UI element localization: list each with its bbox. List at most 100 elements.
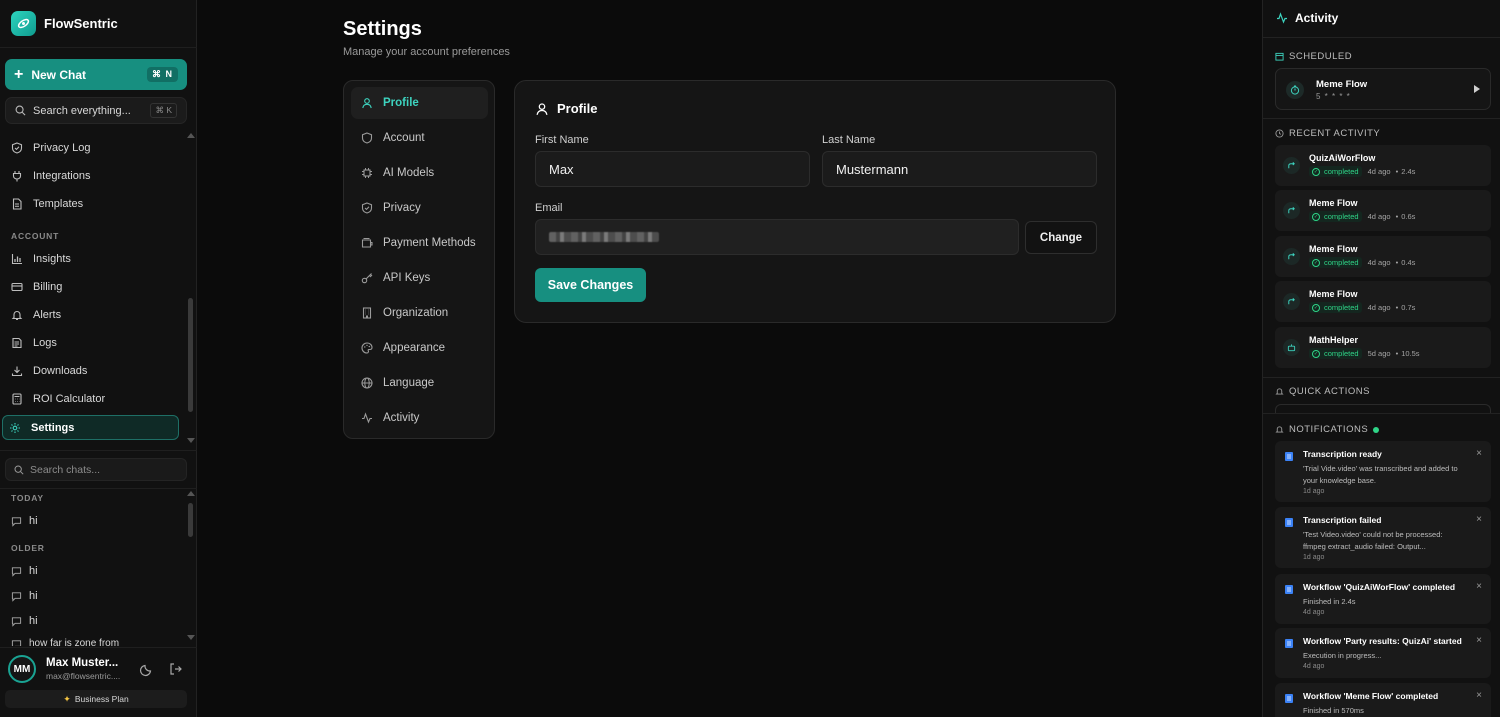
- activity-item[interactable]: MathHelper ✓ completed 5d ago • 10.5s: [1275, 327, 1491, 368]
- plan-badge[interactable]: ✦ Business Plan: [5, 690, 187, 708]
- activity-duration: 10.5s: [1401, 349, 1420, 358]
- cpu-icon: [362, 168, 372, 178]
- brand[interactable]: FlowSentric: [11, 10, 118, 36]
- chat-item[interactable]: how far is zone from: [11, 638, 119, 646]
- plus-icon: +: [14, 65, 24, 83]
- activity-item[interactable]: Meme Flow ✓ completed 4d ago • 0.7s: [1275, 281, 1491, 322]
- chat-item[interactable]: hi: [11, 563, 38, 579]
- search-chats-input[interactable]: Search chats...: [5, 458, 187, 481]
- search-everything-input[interactable]: Search everything... ⌘ K: [5, 97, 187, 124]
- first-name-label: First Name: [535, 134, 589, 146]
- unread-dot: [1373, 426, 1380, 433]
- scheduled-cron: 5 * * * *: [1316, 92, 1351, 101]
- download-icon: [11, 366, 23, 377]
- activity-panel-title: Activity: [1295, 11, 1339, 25]
- notification-title: Workflow 'Meme Flow' completed: [1303, 691, 1439, 701]
- notification-item[interactable]: Transcription failed 'Test Video.video' …: [1275, 507, 1491, 568]
- divider: [1263, 377, 1500, 378]
- notification-body: 'Trial Vide.video' was transcribed and a…: [1303, 464, 1458, 485]
- close-icon[interactable]: ×: [1476, 448, 1482, 459]
- check-circle-icon: ✓: [1312, 258, 1320, 267]
- notification-item[interactable]: Workflow 'Meme Flow' completed Finished …: [1275, 683, 1491, 717]
- settings-tab-label: Profile: [383, 97, 419, 109]
- settings-tab-api-keys[interactable]: API Keys: [351, 262, 488, 294]
- settings-tab-payment-methods[interactable]: Payment Methods: [351, 227, 488, 259]
- logout-icon[interactable]: [168, 661, 184, 677]
- shield-icon: [11, 142, 23, 154]
- chat-item[interactable]: hi: [11, 613, 38, 629]
- user-info: Max Muster... max@flowsentric....: [46, 657, 126, 681]
- notification-item[interactable]: Transcription ready 'Trial Vide.video' w…: [1275, 441, 1491, 502]
- chats-scrollbar-thumb[interactable]: [188, 503, 193, 537]
- moon-icon[interactable]: [139, 661, 155, 677]
- sidebar-item-roi-calculator[interactable]: ROI Calculator: [5, 388, 177, 410]
- shield-icon: [361, 132, 373, 144]
- search-everything-placeholder: Search everything...: [33, 104, 131, 117]
- bell-icon: [11, 310, 23, 321]
- sidebar-item-privacy-log[interactable]: Privacy Log: [5, 137, 177, 159]
- notification-time: 1d ago: [1303, 554, 1325, 561]
- settings-tab-account[interactable]: Account: [351, 122, 488, 154]
- settings-tab-appearance[interactable]: Appearance: [351, 332, 488, 364]
- first-name-field[interactable]: Max: [535, 151, 810, 187]
- chat-item[interactable]: hi: [11, 513, 38, 529]
- notification-item[interactable]: Workflow 'QuizAiWorFlow' completed Finis…: [1275, 574, 1491, 624]
- activity-item[interactable]: QuizAiWorFlow ✓ completed 4d ago • 2.4s: [1275, 145, 1491, 186]
- settings-tab-profile[interactable]: Profile: [351, 87, 488, 119]
- sidebar-item-billing[interactable]: Billing: [5, 276, 177, 298]
- sidebar-item-settings[interactable]: Settings: [2, 415, 179, 440]
- chats-scroll-up[interactable]: [187, 491, 195, 496]
- activity-ago: 4d ago: [1367, 258, 1391, 267]
- notification-title: Transcription failed: [1303, 515, 1382, 525]
- close-icon[interactable]: ×: [1476, 635, 1482, 646]
- notification-title: Workflow 'QuizAiWorFlow' completed: [1303, 582, 1456, 592]
- sidebar-item-insights[interactable]: Insights: [5, 248, 177, 270]
- sidebar-item-integrations[interactable]: Integrations: [5, 165, 177, 187]
- workflow-icon: [1283, 248, 1300, 265]
- email-field[interactable]: [535, 219, 1019, 255]
- nav-scroll-down[interactable]: [187, 438, 195, 443]
- user-profile[interactable]: MM Max Muster... max@flowsentric....: [8, 655, 193, 683]
- sidebar-item-downloads[interactable]: Downloads: [5, 360, 177, 382]
- activity-item[interactable]: Meme Flow ✓ completed 4d ago • 0.6s: [1275, 190, 1491, 231]
- account-section-heading: ACCOUNT: [11, 231, 60, 241]
- close-icon[interactable]: ×: [1476, 581, 1482, 592]
- divider: [1263, 413, 1500, 414]
- scheduled-item[interactable]: Meme Flow 5 * * * *: [1275, 68, 1491, 110]
- chat-bubble-icon: [11, 516, 22, 527]
- chat-item[interactable]: hi: [11, 588, 38, 604]
- sidebar-item-logs[interactable]: Logs: [5, 332, 177, 354]
- nav-scrollbar-thumb[interactable]: [188, 298, 193, 412]
- calculator-icon: [12, 393, 22, 405]
- notification-item[interactable]: Workflow 'Party results: QuizAi' started…: [1275, 628, 1491, 678]
- divider: [0, 47, 197, 48]
- close-icon[interactable]: ×: [1476, 690, 1482, 701]
- chat-bubble-icon: [11, 640, 22, 646]
- close-icon[interactable]: ×: [1476, 514, 1482, 525]
- sidebar-item-alerts[interactable]: Alerts: [5, 304, 177, 326]
- divider: [1263, 118, 1500, 119]
- quick-actions-heading: QUICK ACTIONS: [1275, 386, 1370, 397]
- nav-scroll-up[interactable]: [187, 133, 195, 138]
- settings-tab-activity[interactable]: Activity: [351, 402, 488, 434]
- notification-title: Transcription ready: [1303, 449, 1382, 459]
- play-icon[interactable]: [1474, 85, 1480, 93]
- settings-tab-privacy[interactable]: Privacy: [351, 192, 488, 224]
- chats-scroll-down[interactable]: [187, 635, 195, 640]
- document-icon: [1285, 694, 1293, 703]
- change-email-button[interactable]: Change: [1025, 221, 1097, 254]
- settings-tab-ai-models[interactable]: AI Models: [351, 157, 488, 189]
- document-icon: [1285, 639, 1293, 648]
- last-name-field[interactable]: Mustermann: [822, 151, 1097, 187]
- activity-duration: 0.7s: [1401, 303, 1416, 312]
- save-changes-button[interactable]: Save Changes: [535, 268, 646, 302]
- user-icon: [536, 102, 548, 115]
- sidebar-item-templates[interactable]: Templates: [5, 193, 177, 215]
- settings-tab-language[interactable]: Language: [351, 367, 488, 399]
- check-circle-icon: ✓: [1312, 349, 1320, 358]
- notification-time: 1d ago: [1303, 488, 1325, 495]
- activity-item[interactable]: Meme Flow ✓ completed 4d ago • 0.4s: [1275, 236, 1491, 277]
- settings-tab-organization[interactable]: Organization: [351, 297, 488, 329]
- document-icon: [1285, 518, 1293, 527]
- new-chat-button[interactable]: + New Chat ⌘ N: [5, 59, 187, 90]
